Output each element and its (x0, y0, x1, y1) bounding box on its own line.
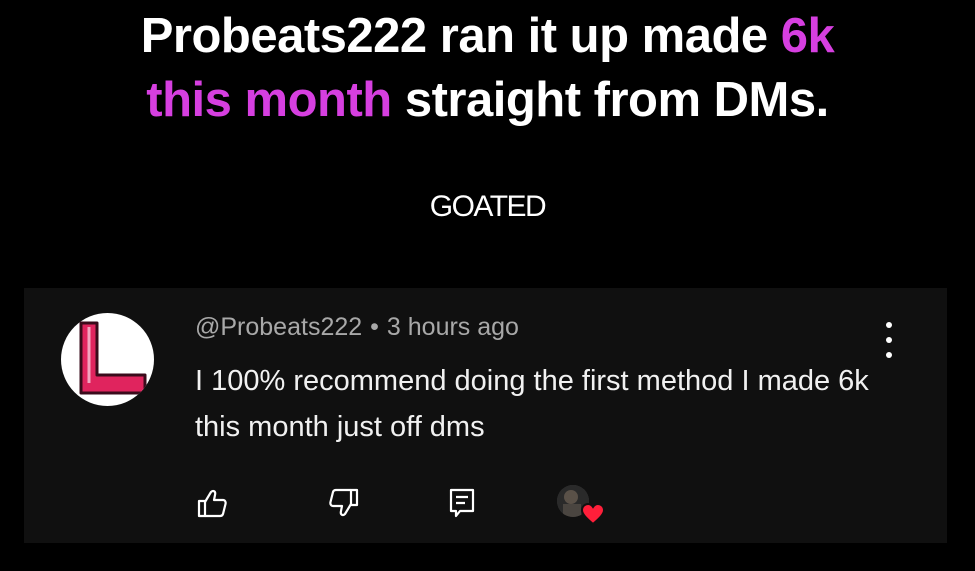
heart-icon (580, 502, 606, 526)
dot-icon (886, 352, 892, 358)
comment-meta: @Probeats222 • 3 hours ago (195, 313, 519, 342)
like-icon[interactable] (196, 487, 228, 519)
headline-part1: Probeats222 ran it up made (140, 9, 781, 63)
comment-time: 3 hours ago (386, 313, 519, 341)
dot-icon (886, 337, 892, 343)
more-options-button[interactable] (874, 322, 904, 358)
reply-icon[interactable] (448, 487, 476, 519)
subtitle: GOATED (429, 190, 547, 223)
letter-l-logo-icon (79, 321, 147, 395)
meta-separator: • (370, 313, 379, 341)
headline-accent-period: this month (146, 73, 392, 127)
headline-part2: straight from DMs. (391, 73, 829, 127)
comment-author[interactable]: @Probeats222 (195, 313, 362, 341)
headline-accent-amount: 6k (780, 9, 835, 63)
avatar[interactable] (61, 313, 154, 406)
headline: Probeats222 ran it up made 6k this month… (0, 4, 975, 132)
dislike-icon[interactable] (328, 487, 360, 519)
dot-icon (886, 322, 892, 328)
comment-text: I 100% recommend doing the first method … (195, 365, 869, 443)
